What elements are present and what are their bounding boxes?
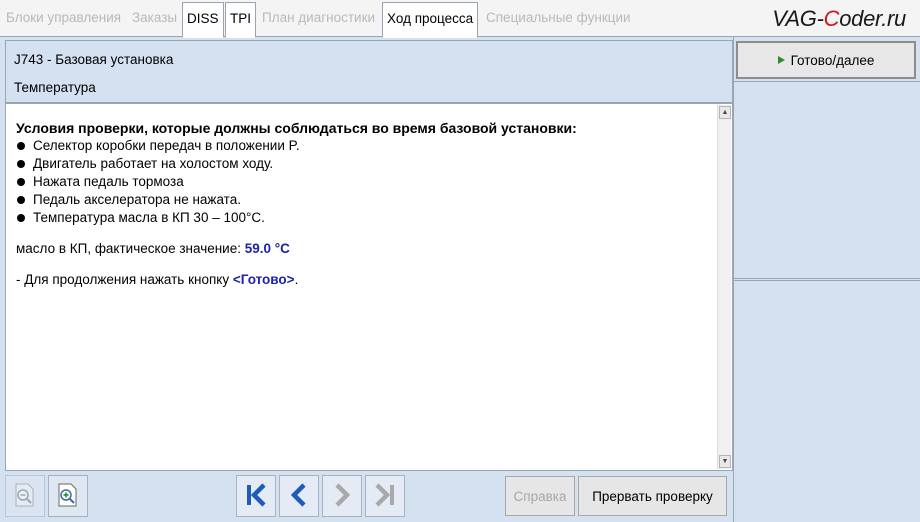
skip-first-icon xyxy=(243,481,269,512)
play-icon xyxy=(777,56,785,64)
conditions-heading: Условия проверки, которые должны соблюда… xyxy=(16,120,577,136)
done-next-button[interactable]: Готово/далее xyxy=(736,41,916,79)
watermark-logo: VAG-Coder.ru xyxy=(772,6,906,31)
condition-item: Температура масла в КП 30 – 100°C. xyxy=(16,209,711,227)
tab-process-progress[interactable]: Ход процесса xyxy=(382,2,479,38)
tab-bar: Блоки управления Заказы DISS TPI План ди… xyxy=(0,0,920,38)
function-subtitle: Температура xyxy=(14,80,96,95)
help-button[interactable]: Справка xyxy=(505,476,575,516)
function-header: J743 - Базовая установка Температура xyxy=(5,40,733,103)
tab-diss[interactable]: DISS xyxy=(182,2,224,38)
panel-divider xyxy=(734,278,920,279)
oil-temperature-value: 59.0 °C xyxy=(244,241,290,256)
condition-item: Педаль акселератора не нажата. xyxy=(16,191,711,209)
bullet-icon xyxy=(17,178,25,186)
last-step-button[interactable] xyxy=(365,475,405,517)
done-button-reference: <Готово> xyxy=(232,272,295,287)
right-panel: Готово/далее xyxy=(733,37,920,522)
oil-temperature-reading: масло в КП, фактическое значение: 59.0 °… xyxy=(16,241,290,256)
done-next-label: Готово/далее xyxy=(790,52,875,68)
zoom-in-icon xyxy=(56,482,80,511)
bullet-icon xyxy=(17,196,25,204)
previous-step-button[interactable] xyxy=(279,475,319,517)
instructions-panel: Условия проверки, которые должны соблюда… xyxy=(5,103,733,471)
tab-orders[interactable]: Заказы xyxy=(128,2,181,36)
abort-test-button[interactable]: Прервать проверку xyxy=(578,476,727,516)
continue-instruction: - Для продолжения нажать кнопку <Готово>… xyxy=(16,272,299,287)
instructions-text: Условия проверки, которые должны соблюда… xyxy=(16,119,711,289)
conditions-list: Селектор коробки передач в положении P. … xyxy=(16,137,711,227)
condition-item: Двигатель работает на холостом ходу. xyxy=(16,155,711,173)
bullet-icon xyxy=(17,142,25,150)
scroll-down-icon[interactable]: ▼ xyxy=(719,455,731,468)
tab-control-units[interactable]: Блоки управления xyxy=(2,2,125,36)
bullet-icon xyxy=(17,214,25,222)
bullet-icon xyxy=(17,160,25,168)
zoom-out-icon xyxy=(13,482,37,511)
tab-special-functions[interactable]: Специальные функции xyxy=(482,2,635,36)
bottom-toolbar: Справка Прервать проверку xyxy=(0,471,733,522)
tab-diagnostic-plan[interactable]: План диагностики xyxy=(258,2,379,36)
function-title: J743 - Базовая установка xyxy=(14,52,174,67)
chevron-left-icon xyxy=(286,481,312,512)
chevron-right-icon xyxy=(329,481,355,512)
vertical-scrollbar[interactable]: ▲ ▼ xyxy=(717,105,731,469)
zoom-out-button[interactable] xyxy=(5,475,45,517)
first-step-button[interactable] xyxy=(236,475,276,517)
scroll-up-icon[interactable]: ▲ xyxy=(719,106,731,119)
zoom-in-button[interactable] xyxy=(48,475,88,517)
panel-divider xyxy=(734,280,920,281)
condition-item: Селектор коробки передач в положении P. xyxy=(16,137,711,155)
condition-item: Нажата педаль тормоза xyxy=(16,173,711,191)
tab-tpi[interactable]: TPI xyxy=(225,2,257,38)
skip-last-icon xyxy=(372,481,398,512)
next-step-button[interactable] xyxy=(322,475,362,517)
panel-divider xyxy=(734,81,920,82)
